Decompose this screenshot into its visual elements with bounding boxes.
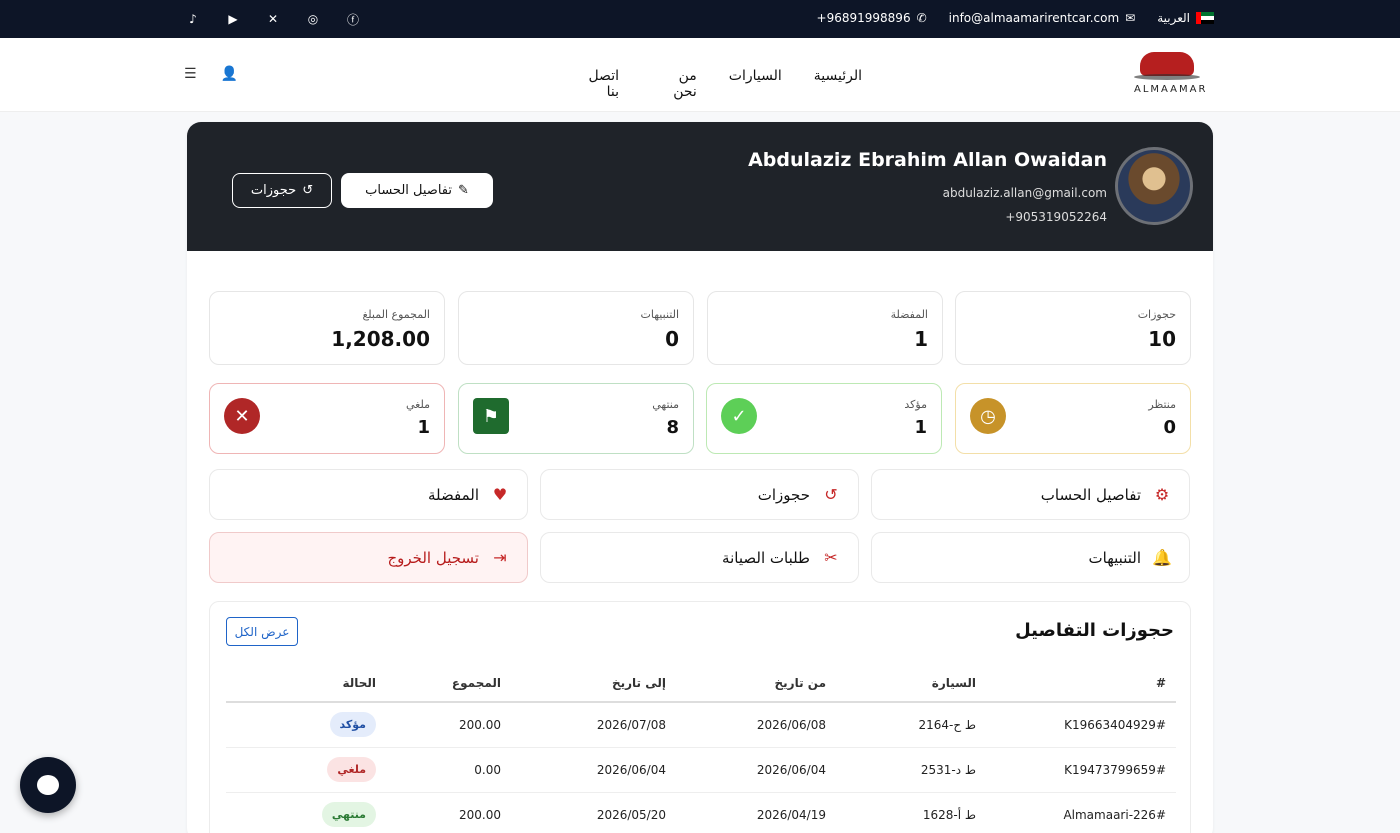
logout-icon: ⇥ (493, 548, 507, 567)
checkered-flag-icon: ⚑ (473, 398, 509, 434)
col-status: الحالة (226, 665, 386, 703)
edit-icon: ✎ (457, 183, 469, 198)
col-car: السيارة (836, 665, 986, 703)
bell-icon: 🔔 (1152, 548, 1172, 567)
nav-link-home[interactable]: الرئيسية (814, 68, 862, 100)
nav-links: الرئيسية السيارات من نحن اتصل بنا (572, 68, 862, 100)
table-row[interactable]: K19473799659# ط د-2531 2026/06/04 2026/0… (226, 747, 1176, 793)
mail-icon: ✉ (1125, 11, 1136, 25)
stat-total-amount: المجموع المبلغ 1,208.00 (209, 291, 445, 365)
bookings-button[interactable]: ↺ حجوزات (232, 173, 332, 208)
x-icon[interactable]: ✕ (264, 11, 282, 27)
x-circle-icon: ✕ (224, 398, 260, 434)
clock-icon: ◷ (970, 398, 1006, 434)
main-navbar: ALMAAMAR الرئيسية السيارات من نحن اتصل ب… (0, 38, 1400, 112)
facebook-icon[interactable]: ⓕ (344, 11, 362, 27)
nav-link-contact[interactable]: اتصل بنا (572, 68, 619, 100)
history-icon: ↺ (824, 485, 838, 504)
menu-notifications[interactable]: 🔔 التنبيهات (871, 532, 1190, 583)
nav-link-about[interactable]: من نحن (651, 68, 697, 100)
user-gear-icon: ⚙ (1154, 485, 1170, 504)
view-all-button[interactable]: عرض الكل (226, 617, 298, 646)
check-icon: ✓ (721, 398, 757, 434)
contact-info: العربية ✉ info@almaamarirentcar.com ✆ 96… (817, 11, 1214, 25)
bookings-section: حجوزات التفاصيل عرض الكل # السيارة من تا… (209, 601, 1191, 833)
profile-phone: +905319052264 (1005, 210, 1107, 224)
profile-header: Abdulaziz Ebrahim Allan Owaidan abdulazi… (187, 122, 1213, 251)
phone-link[interactable]: ✆ 96891998896+ (817, 11, 927, 25)
profile-name: Abdulaziz Ebrahim Allan Owaidan (748, 149, 1107, 171)
status-pending: منتظر 0 ◷ (955, 383, 1191, 454)
col-to: إلى تاريخ (511, 665, 676, 703)
avatar (1115, 147, 1193, 225)
heart-icon: ♥ (492, 485, 508, 504)
flag-icon (1196, 12, 1214, 24)
menu-favorites[interactable]: ♥ المفضلة (209, 469, 528, 520)
account-card: Abdulaziz Ebrahim Allan Owaidan abdulazi… (187, 122, 1213, 833)
profile-email: abdulaziz.allan@gmail.com (942, 186, 1107, 200)
stat-bookings: حجوزات 10 (955, 291, 1191, 365)
bookings-table: # السيارة من تاريخ إلى تاريخ المجموع الح… (226, 665, 1176, 833)
email-link[interactable]: ✉ info@almaamarirentcar.com (949, 11, 1136, 25)
tools-icon: ✂ (824, 548, 838, 567)
instagram-icon[interactable]: ◎ (304, 11, 322, 27)
logo[interactable]: ALMAAMAR (1134, 52, 1205, 100)
table-row[interactable]: K19663404929# ط ح-2164 2026/06/08 2026/0… (226, 702, 1176, 748)
status-badge: ملغي (327, 757, 376, 782)
status-finished: منتهي 8 ⚑ (458, 383, 694, 454)
status-badge: منتهي (321, 802, 376, 827)
menu-account-details[interactable]: ⚙ تفاصيل الحساب (871, 469, 1190, 520)
nav-icons: ☰ 👤 (184, 66, 238, 82)
chat-bubble-icon (37, 775, 59, 795)
phone-icon: ✆ (916, 11, 927, 25)
status-confirmed: مؤكد 1 ✓ (706, 383, 942, 454)
top-bar: ♪ ▶ ✕ ◎ ⓕ العربية ✉ info@almaamarirentca… (0, 0, 1400, 38)
status-cancelled: ملغي 1 ✕ (209, 383, 445, 454)
status-badge: مؤكد (329, 712, 376, 738)
history-icon: ↺ (302, 183, 314, 198)
menu-bookings[interactable]: ↺ حجوزات (540, 469, 859, 520)
user-icon[interactable]: 👤 (221, 66, 238, 82)
menu-logout[interactable]: ⇥ تسجيل الخروج (209, 532, 528, 583)
stat-favorites: المفضلة 1 (707, 291, 943, 365)
menu-icon[interactable]: ☰ (184, 66, 197, 82)
bookings-title: حجوزات التفاصيل (1015, 620, 1174, 641)
table-row[interactable]: Almamaari-226# ط أ-1628 2026/04/19 2026/… (226, 792, 1176, 833)
youtube-icon[interactable]: ▶ (224, 11, 242, 27)
col-id: # (986, 665, 1176, 703)
account-details-button[interactable]: ✎ تفاصيل الحساب (341, 173, 493, 208)
tiktok-icon[interactable]: ♪ (184, 11, 202, 27)
col-from: من تاريخ (676, 665, 836, 703)
chat-button[interactable] (20, 757, 76, 813)
language-switch[interactable]: العربية (1157, 11, 1214, 25)
social-links: ♪ ▶ ✕ ◎ ⓕ (184, 11, 362, 27)
car-logo-icon (1134, 52, 1200, 80)
stat-notifications: التنبيهات 0 (458, 291, 694, 365)
col-total: المجموع (386, 665, 511, 703)
nav-link-cars[interactable]: السيارات (729, 68, 782, 100)
menu-maintenance[interactable]: ✂ طلبات الصيانة (540, 532, 859, 583)
